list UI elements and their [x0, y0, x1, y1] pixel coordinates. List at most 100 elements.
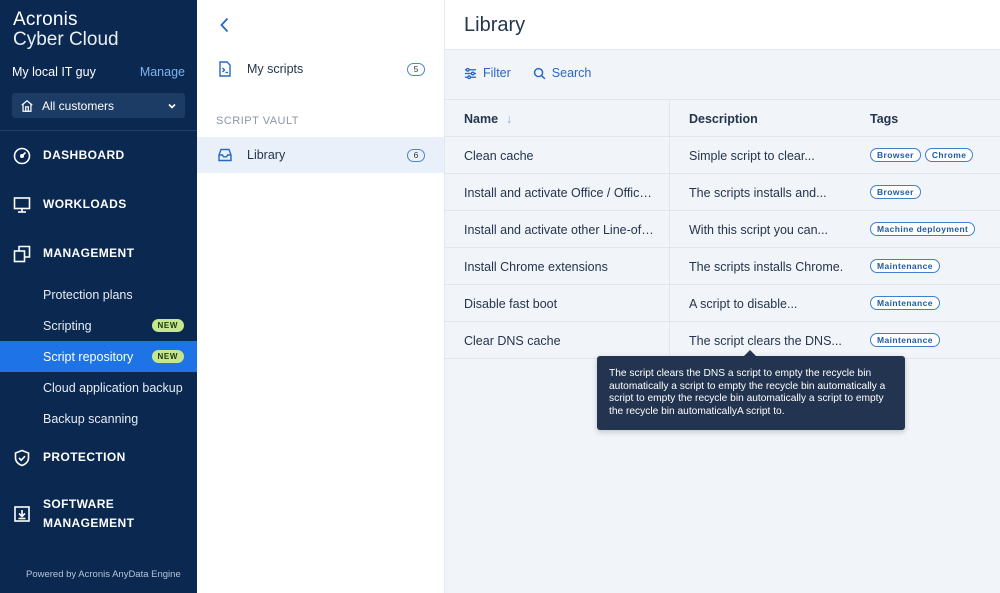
- nav-item-label: Script repository: [43, 349, 134, 364]
- row-name: Clear DNS cache: [464, 334, 561, 348]
- nav-protection-label: PROTECTION: [43, 450, 126, 464]
- search-label: Search: [551, 66, 592, 80]
- nav-software-management[interactable]: SOFTWARE MANAGEMENT: [0, 495, 197, 533]
- dashboard-icon: [13, 147, 31, 164]
- nav-item-label: Cloud application backup: [43, 380, 183, 395]
- table-row[interactable]: Install and activate Office / Office 365…: [445, 174, 1000, 211]
- main-header: Library: [445, 0, 1000, 50]
- search-icon: [533, 67, 546, 79]
- nav-management[interactable]: MANAGEMENT: [0, 244, 197, 263]
- new-badge: NEW: [151, 319, 184, 332]
- page-title: Library: [464, 14, 526, 36]
- row-name: Install and activate other Line-of-bu...: [464, 223, 656, 237]
- table-row[interactable]: Install Chrome extensions The scripts in…: [445, 248, 1000, 285]
- script-file-icon: [219, 61, 231, 77]
- nav-item-script-repository[interactable]: Script repository NEW: [0, 341, 197, 372]
- table-row[interactable]: Clear DNS cache The script clears the DN…: [445, 322, 1000, 359]
- tag-badge: Chrome: [924, 148, 974, 162]
- download-box-icon: [14, 506, 30, 522]
- row-tags: Machine deployment: [870, 222, 1000, 236]
- nav-item-protection-plans[interactable]: Protection plans: [0, 279, 197, 310]
- scripts-table: Name ↓ Description Tags Clean cache Simpl…: [445, 99, 1000, 359]
- script-vault-heading: SCRIPT VAULT: [216, 115, 300, 127]
- row-name: Disable fast boot: [464, 297, 558, 311]
- row-description: The scripts installs Chrome...: [689, 260, 844, 274]
- tenant-name: My local IT guy: [12, 65, 96, 79]
- customer-selector[interactable]: All customers: [12, 93, 185, 118]
- brand-line-2: Cyber Cloud: [13, 29, 119, 50]
- nav-item-scripting[interactable]: Scripting NEW: [0, 310, 197, 341]
- column-name-header[interactable]: Name ↓: [464, 112, 512, 126]
- inbox-icon: [218, 148, 232, 162]
- shield-icon: [14, 449, 30, 466]
- nav-item-label: Scripting: [43, 318, 92, 333]
- row-description: The script clears the DNS...: [689, 334, 842, 348]
- row-description: A script to disable...: [689, 297, 798, 311]
- row-tags: Maintenance: [870, 333, 1000, 347]
- row-tags: Maintenance: [870, 296, 1000, 310]
- nav-item-cloud-application-backup[interactable]: Cloud application backup: [0, 372, 197, 403]
- filter-sliders-icon: [464, 67, 477, 79]
- column-description-header: Description: [689, 112, 758, 126]
- table-header: Name ↓ Description Tags: [445, 99, 1000, 137]
- powered-by-text: Powered by Acronis AnyData Engine: [26, 569, 181, 580]
- nav-divider: [0, 130, 197, 131]
- row-description: The scripts installs and...: [689, 186, 827, 200]
- column-name-label: Name: [464, 112, 499, 126]
- nav-dashboard-label: DASHBOARD: [43, 148, 125, 162]
- nav-dashboard[interactable]: DASHBOARD: [0, 146, 197, 165]
- row-description: Simple script to clear...: [689, 149, 815, 163]
- monitor-icon: [13, 196, 31, 213]
- main-content: Library Filter Search Name ↓ Description …: [445, 0, 1000, 593]
- search-button[interactable]: Search: [533, 66, 592, 80]
- manage-link[interactable]: Manage: [140, 65, 185, 79]
- tenant-row: My local IT guy Manage: [12, 65, 185, 79]
- my-scripts-label: My scripts: [247, 62, 304, 76]
- row-tags: Maintenance: [870, 259, 1000, 273]
- library-item[interactable]: Library 6: [197, 137, 444, 173]
- script-sources-panel: My scripts 5 SCRIPT VAULT Library 6: [197, 0, 445, 593]
- table-row[interactable]: Disable fast boot A script to disable...…: [445, 285, 1000, 322]
- description-tooltip: The script clears the DNS a script to em…: [597, 356, 905, 430]
- tag-badge: Maintenance: [870, 296, 940, 310]
- management-icon: [13, 245, 31, 262]
- nav-software-label-1: SOFTWARE: [43, 497, 115, 511]
- library-count: 6: [407, 148, 425, 162]
- filter-button[interactable]: Filter: [464, 66, 511, 80]
- nav-workloads-label: WORKLOADS: [43, 197, 127, 211]
- nav-software-label-2: MANAGEMENT: [43, 516, 135, 530]
- back-arrow-icon[interactable]: [215, 15, 235, 35]
- nav-item-label: Backup scanning: [43, 411, 139, 426]
- my-scripts-count: 5: [407, 62, 425, 76]
- building-icon: [21, 99, 33, 112]
- nav-management-label: MANAGEMENT: [43, 246, 135, 260]
- row-tags: Browser Chrome: [870, 148, 1000, 162]
- filter-label: Filter: [483, 66, 511, 80]
- table-row[interactable]: Clean cache Simple script to clear... Br…: [445, 137, 1000, 174]
- library-label: Library: [247, 148, 286, 162]
- my-scripts-item[interactable]: My scripts 5: [197, 51, 444, 87]
- left-navigation: Acronis Cyber Cloud My local IT guy Mana…: [0, 0, 197, 593]
- toolbar: Filter Search: [464, 66, 613, 80]
- tag-badge: Maintenance: [870, 333, 940, 347]
- nav-workloads[interactable]: WORKLOADS: [0, 195, 197, 214]
- row-name: Install and activate Office / Office 365: [464, 186, 656, 200]
- chevron-down-icon: [168, 103, 176, 109]
- sort-down-arrow-icon[interactable]: ↓: [506, 112, 512, 126]
- customer-selector-label: All customers: [42, 98, 115, 113]
- row-name: Clean cache: [464, 149, 534, 163]
- new-badge: NEW: [151, 350, 184, 363]
- nav-protection[interactable]: PROTECTION: [0, 448, 197, 467]
- table-row[interactable]: Install and activate other Line-of-bu...…: [445, 211, 1000, 248]
- tag-badge: Maintenance: [870, 259, 940, 273]
- row-description: With this script you can...: [689, 223, 828, 237]
- tag-badge: Browser: [870, 148, 921, 162]
- nav-item-label: Protection plans: [43, 287, 133, 302]
- brand-logo: Acronis Cyber Cloud: [13, 10, 119, 50]
- nav-item-backup-scanning[interactable]: Backup scanning: [0, 403, 197, 434]
- brand-line-1: Acronis: [13, 9, 78, 30]
- row-tags: Browser: [870, 185, 1000, 199]
- tag-badge: Machine deployment: [870, 222, 976, 236]
- column-tags-header: Tags: [870, 112, 899, 126]
- row-name: Install Chrome extensions: [464, 260, 608, 274]
